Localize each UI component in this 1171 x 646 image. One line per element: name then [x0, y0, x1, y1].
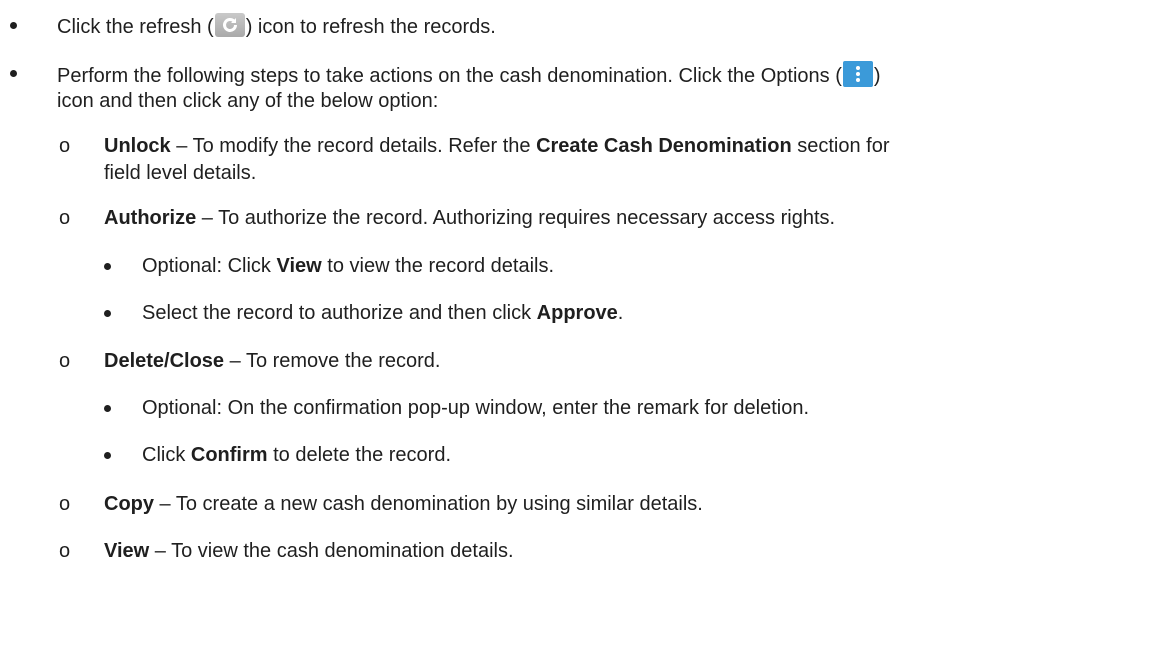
delete-step-confirm: Click Confirm to delete the record. [142, 442, 451, 468]
refresh-instruction: Click the refresh ( ) icon to refresh the… [57, 13, 496, 40]
text: to delete the record. [267, 444, 452, 466]
option-unlock-cont: field level details. [104, 162, 257, 184]
text: ) icon to refresh the records. [245, 16, 496, 38]
option-view: View – To view the cash denomination det… [104, 538, 514, 564]
options-instruction: Perform the following steps to take acti… [57, 61, 881, 89]
text: Optional: Click [142, 255, 277, 277]
option-title: View [104, 540, 150, 562]
option-copy: Copy – To create a new cash denomination… [104, 491, 703, 517]
option-title: Unlock [104, 135, 171, 157]
text: Click the refresh ( [57, 16, 214, 38]
bold-term: Confirm [190, 444, 268, 466]
delete-step-remark: Optional: On the confirmation pop-up win… [142, 397, 810, 419]
sub-bullet: o [59, 135, 71, 157]
bullet [104, 263, 111, 270]
section-reference: Create Cash Denomination [536, 135, 792, 157]
authorize-step-view: Optional: Click View to view the record … [142, 253, 554, 279]
bullet [104, 405, 111, 412]
text: – To modify the record details. Refer th… [170, 135, 537, 157]
sub-bullet: o [59, 350, 71, 372]
bullet [104, 310, 111, 317]
authorize-step-approve: Select the record to authorize and then … [142, 300, 623, 326]
refresh-icon [214, 13, 245, 37]
bullet [10, 70, 17, 77]
option-title: Authorize [104, 207, 197, 229]
options-instruction-cont: icon and then click any of the below opt… [57, 90, 439, 112]
option-unlock: Unlock – To modify the record details. R… [104, 133, 890, 159]
text: Perform the following steps to take acti… [57, 65, 842, 87]
text: – To remove the record. [224, 350, 441, 372]
text: Select the record to authorize and then … [142, 302, 537, 324]
option-title: Delete/Close [104, 350, 225, 372]
text: – To create a new cash denomination by u… [154, 493, 703, 515]
text: ) [873, 65, 881, 87]
options-icon [842, 61, 873, 87]
option-authorize: Authorize – To authorize the record. Aut… [104, 205, 835, 231]
sub-bullet: o [59, 493, 71, 515]
bold-term: View [276, 255, 322, 277]
option-delete: Delete/Close – To remove the record. [104, 348, 440, 374]
text: . [617, 302, 624, 324]
text: – To view the cash denomination details. [149, 540, 514, 562]
sub-bullet: o [59, 540, 71, 562]
text: – To authorize the record. Authorizing r… [196, 207, 836, 229]
text: to view the record details. [321, 255, 555, 277]
bullet [104, 452, 111, 459]
option-title: Copy [104, 493, 154, 515]
bold-term: Approve [536, 302, 618, 324]
sub-bullet: o [59, 207, 71, 229]
bullet [10, 22, 17, 29]
text: section for [791, 135, 890, 157]
text: Click [142, 444, 191, 466]
